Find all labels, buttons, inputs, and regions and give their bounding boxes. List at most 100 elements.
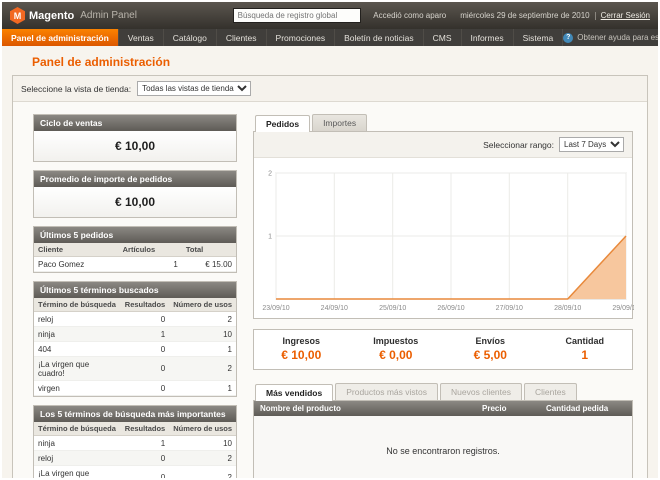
search-uses: 2 — [169, 312, 236, 327]
search-term: virgen — [34, 381, 121, 396]
search-results: 1 — [121, 436, 169, 451]
search-term-row[interactable]: ninja 1 10 — [34, 436, 236, 451]
nav-item-cms[interactable]: CMS — [424, 29, 462, 46]
nav-item-promociones[interactable]: Promociones — [267, 29, 336, 46]
range-label: Seleccionar rango: — [483, 140, 554, 150]
orders-chart-panel: Seleccionar rango: Last 7 Days 23/09/10 2… — [253, 131, 633, 319]
stat-label: Envíos — [443, 336, 538, 346]
main-nav: Panel de administración Ventas Catálogo … — [2, 29, 658, 46]
chart-tabs: Pedidos Importes — [253, 114, 633, 131]
range-select[interactable]: Last 7 Days — [559, 137, 624, 152]
svg-text:23/09/10: 23/09/10 — [262, 305, 289, 312]
search-results: 0 — [121, 466, 169, 480]
lifetime-sales-box: Ciclo de ventas € 10,00 — [33, 114, 237, 162]
search-term: ¡La virgen que cuadro! — [34, 357, 121, 381]
search-uses: 2 — [169, 357, 236, 381]
stat-label: Impuestos — [349, 336, 444, 346]
stat-cantidad: Cantidad 1 — [538, 336, 633, 362]
col-header-total: Total — [182, 243, 236, 257]
logged-in-as: Accedió como aparo — [373, 11, 446, 20]
svg-text:24/09/10: 24/09/10 — [321, 305, 348, 312]
col-header-term: Término de búsqueda — [34, 422, 121, 436]
stat-label: Ingresos — [254, 336, 349, 346]
search-results: 1 — [121, 327, 169, 342]
top-search-title: Los 5 términos de búsqueda más important… — [34, 406, 236, 422]
col-header-uses: Número de usos — [169, 422, 236, 436]
tab-pedidos[interactable]: Pedidos — [255, 115, 310, 132]
nav-item-informes[interactable]: Informes — [462, 29, 514, 46]
stat-value: € 5,00 — [443, 348, 538, 362]
content-frame: Seleccione la vista de tienda: Todas las… — [12, 75, 648, 480]
grid-tabs: Más vendidos Productos más vistos Nuevos… — [253, 383, 633, 400]
order-items: 1 — [119, 257, 182, 272]
range-row: Seleccionar rango: Last 7 Days — [254, 132, 632, 158]
svg-text:1: 1 — [268, 234, 272, 241]
col-header-qty: Cantidad pedida — [540, 401, 632, 416]
svg-text:27/09/10: 27/09/10 — [496, 305, 523, 312]
help-label: Obtener ayuda para esta página — [577, 33, 660, 42]
nav-item-dashboard[interactable]: Panel de administración — [2, 29, 119, 46]
search-term-row[interactable]: ninja 1 10 — [34, 327, 236, 342]
search-uses: 1 — [169, 342, 236, 357]
search-term-row[interactable]: ¡La virgen que cuadro! 0 2 — [34, 466, 236, 480]
stat-ingresos: Ingresos € 10,00 — [254, 336, 349, 362]
totals-bar: Ingresos € 10,00 Impuestos € 0,00 Envíos… — [253, 329, 633, 370]
global-search-input[interactable] — [233, 8, 361, 23]
col-header-articulos: Artículos — [119, 243, 182, 257]
search-term: ninja — [34, 436, 121, 451]
order-row[interactable]: Paco Gomez 1 € 15.00 — [34, 257, 236, 272]
store-view-bar: Seleccione la vista de tienda: Todas las… — [13, 76, 647, 102]
search-term-row[interactable]: virgen 0 1 — [34, 381, 236, 396]
top-search-box: Los 5 términos de búsqueda más important… — [33, 405, 237, 480]
search-uses: 10 — [169, 436, 236, 451]
search-uses: 2 — [169, 466, 236, 480]
search-term-row[interactable]: reloj 0 2 — [34, 451, 236, 466]
average-orders-value: € 10,00 — [34, 187, 236, 217]
store-view-select[interactable]: Todas las vistas de tienda — [137, 81, 251, 96]
search-results: 0 — [121, 312, 169, 327]
search-term-row[interactable]: ¡La virgen que cuadro! 0 2 — [34, 357, 236, 381]
page-help-link[interactable]: ? Obtener ayuda para esta página — [563, 29, 660, 46]
tab-clientes[interactable]: Clientes — [524, 383, 577, 400]
col-header-cliente: Cliente — [34, 243, 119, 257]
col-header-uses: Número de usos — [169, 298, 236, 312]
stat-value: € 0,00 — [349, 348, 444, 362]
tab-mas-vendidos[interactable]: Más vendidos — [255, 384, 333, 401]
col-header-product-name: Nombre del producto — [254, 401, 476, 416]
nav-item-boletin[interactable]: Boletín de noticias — [335, 29, 423, 46]
col-header-results: Resultados — [121, 422, 169, 436]
search-term: reloj — [34, 312, 121, 327]
nav-item-sistema[interactable]: Sistema — [514, 29, 564, 46]
col-header-term: Término de búsqueda — [34, 298, 121, 312]
magento-logo[interactable]: M Magento Admin Panel — [10, 7, 137, 24]
header-left: M Magento Admin Panel — [10, 7, 233, 24]
search-uses: 1 — [169, 381, 236, 396]
svg-text:26/09/10: 26/09/10 — [437, 305, 464, 312]
search-term: reloj — [34, 451, 121, 466]
logout-link[interactable]: Cerrar Sesión — [601, 11, 650, 20]
bestsellers-grid: Nombre del producto Precio Cantidad pedi… — [253, 400, 633, 480]
lifetime-sales-title: Ciclo de ventas — [34, 115, 236, 131]
tab-importes[interactable]: Importes — [312, 114, 367, 131]
tab-nuevos-clientes[interactable]: Nuevos clientes — [440, 383, 522, 400]
last-search-box: Últimos 5 términos buscados Término de b… — [33, 281, 237, 397]
logo-text: Magento — [29, 10, 74, 22]
tab-productos-mas-vistos[interactable]: Productos más vistos — [335, 383, 438, 400]
store-view-label: Seleccione la vista de tienda: — [21, 84, 131, 94]
stat-label: Cantidad — [538, 336, 633, 346]
orders-chart: 23/09/1024/09/1025/09/1026/09/1027/09/10… — [254, 158, 632, 318]
nav-item-catalogo[interactable]: Catálogo — [164, 29, 217, 46]
nav-item-ventas[interactable]: Ventas — [119, 29, 164, 46]
search-results: 0 — [121, 357, 169, 381]
average-orders-title: Promedio de importe de pedidos — [34, 171, 236, 187]
nav-item-clientes[interactable]: Clientes — [217, 29, 267, 46]
last-orders-box: Últimos 5 pedidos Cliente Artículos Tota… — [33, 226, 237, 273]
dashboard-left-column: Ciclo de ventas € 10,00 Promedio de impo… — [33, 114, 237, 480]
header-date: miércoles 29 de septiembre de 2010 — [460, 11, 589, 20]
search-term-row[interactable]: reloj 0 2 — [34, 312, 236, 327]
last-search-title: Últimos 5 términos buscados — [34, 282, 236, 298]
search-term-row[interactable]: 404 0 1 — [34, 342, 236, 357]
search-term: 404 — [34, 342, 121, 357]
magento-logo-icon: M — [10, 7, 25, 24]
search-results: 0 — [121, 342, 169, 357]
